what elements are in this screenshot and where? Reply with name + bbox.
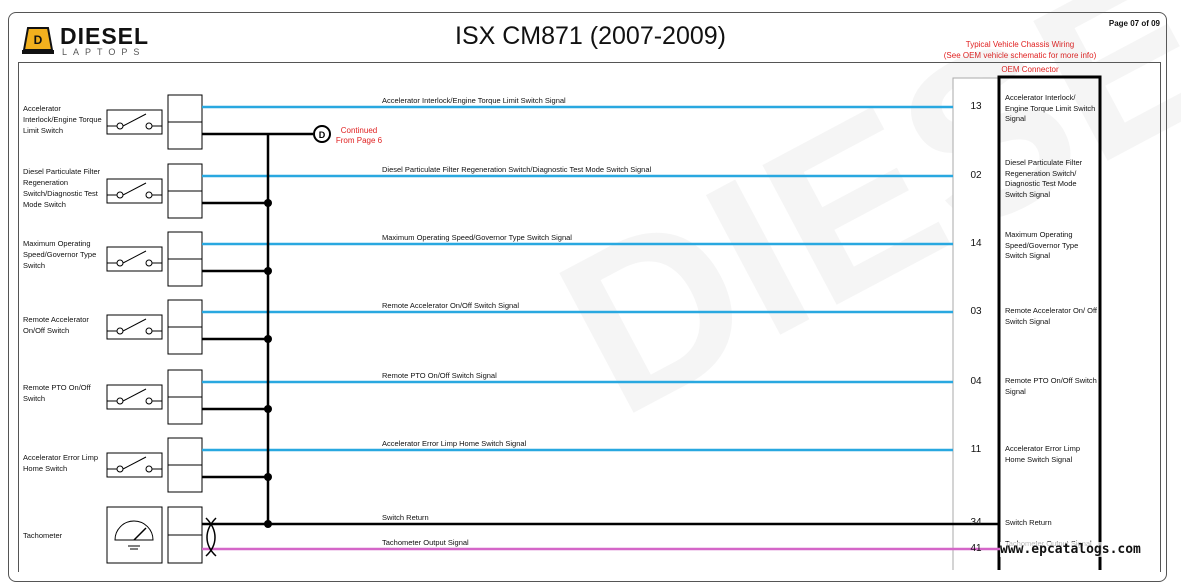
switch-connector-bottom — [167, 464, 203, 493]
switch-contact-right — [145, 191, 153, 199]
continued-letter: D — [319, 130, 326, 140]
switch-label: Remote Accelerator On/Off Switch — [23, 315, 89, 335]
switch-contact-left — [116, 397, 124, 405]
signal-label: Remote PTO On/Off Switch Signal — [382, 371, 497, 380]
switch-contact-left — [116, 122, 124, 130]
oem-pin-label: Maximum Operating Speed/Governor Type Sw… — [1005, 230, 1079, 260]
switch-contact-left — [116, 191, 124, 199]
watermark-text: www.epcatalogs.com — [1000, 542, 1141, 557]
switch-connector-bottom — [167, 190, 203, 219]
switch-contact-right — [145, 259, 153, 267]
switch-contact-right — [145, 397, 153, 405]
switch-label: Accelerator Interlock/Engine Torque Limi… — [23, 104, 102, 135]
oem-pin-label: Accelerator Error Limp Home Switch Signa… — [1005, 444, 1081, 464]
switch-label: Accelerator Error Limp Home Switch — [23, 453, 99, 473]
signal-label: Remote Accelerator On/Off Switch Signal — [382, 301, 520, 310]
oem-pin-label: Remote PTO On/Off Switch Signal — [1005, 376, 1097, 396]
switch-label: Maximum Operating Speed/Governor Type Sw… — [23, 239, 97, 270]
switch-return-signal: Switch Return — [382, 513, 429, 522]
switch-contact-left — [116, 327, 124, 335]
pin-number: 11 — [970, 444, 982, 455]
signal-label: Accelerator Error Limp Home Switch Signa… — [382, 439, 527, 448]
tachometer-connector-bottom — [167, 534, 203, 564]
switch-label: Diesel Particulate Filter Regeneration S… — [23, 167, 101, 209]
wiring-diagram: DIESEL D Continued From Page 6 — [106, 0, 1181, 570]
continued-line1: Continued — [341, 126, 377, 135]
pin-number: 03 — [970, 306, 982, 317]
switch-symbol-box — [106, 109, 163, 135]
switch-contact-left — [116, 465, 124, 473]
pin-41: 41 — [970, 543, 982, 554]
ground-junction — [264, 520, 272, 528]
switch-connector-top — [167, 163, 203, 192]
pin-number: 14 — [970, 238, 982, 249]
pin-number: 02 — [970, 170, 982, 181]
continued-line2: From Page 6 — [336, 136, 383, 145]
oem-pin-label: Accelerator Interlock/ Engine Torque Lim… — [1005, 93, 1096, 123]
switch-symbol-box — [106, 314, 163, 340]
switch-symbol-box — [106, 246, 163, 272]
switch-connector-bottom — [167, 396, 203, 425]
oem-pin-label: Remote Accelerator On/ Off Switch Signal — [1005, 306, 1097, 326]
switch-contact-right — [145, 122, 153, 130]
pin-34: 34 — [970, 517, 982, 528]
switch-contact-right — [145, 465, 153, 473]
switch-symbol-box — [106, 178, 163, 204]
pin-number: 04 — [970, 376, 982, 387]
switch-row-5 — [106, 437, 953, 493]
switch-connector-bottom — [167, 258, 203, 287]
tachometer-row — [106, 506, 1000, 564]
tachometer-connector-top — [167, 506, 203, 536]
switch-connector-bottom — [167, 326, 203, 355]
switch-connector-top — [167, 437, 203, 466]
signal-label: Maximum Operating Speed/Governor Type Sw… — [382, 233, 572, 242]
switch-label: Remote PTO On/Off Switch — [23, 383, 91, 403]
switch-contact-right — [145, 327, 153, 335]
switch-symbol-box — [106, 452, 163, 478]
switch-connector-bottom — [167, 121, 203, 150]
oem-label-switch-return: Switch Return — [1005, 518, 1052, 527]
switch-connector-top — [167, 94, 203, 123]
tachometer-label: Tachometer — [23, 531, 63, 540]
switch-contact-left — [116, 259, 124, 267]
oem-pin-label: Diesel Particulate Filter Regeneration S… — [1005, 158, 1083, 199]
switch-connector-top — [167, 231, 203, 260]
switch-connector-top — [167, 369, 203, 398]
switch-symbol-box — [106, 384, 163, 410]
switch-row-4 — [106, 369, 953, 425]
connector-housing — [952, 77, 1001, 570]
pin-number: 13 — [970, 101, 982, 112]
signal-label: Accelerator Interlock/Engine Torque Limi… — [382, 96, 566, 105]
tachometer-output-signal: Tachometer Output Signal — [382, 538, 469, 547]
switch-connector-top — [167, 299, 203, 328]
signal-label: Diesel Particulate Filter Regeneration S… — [382, 165, 652, 174]
